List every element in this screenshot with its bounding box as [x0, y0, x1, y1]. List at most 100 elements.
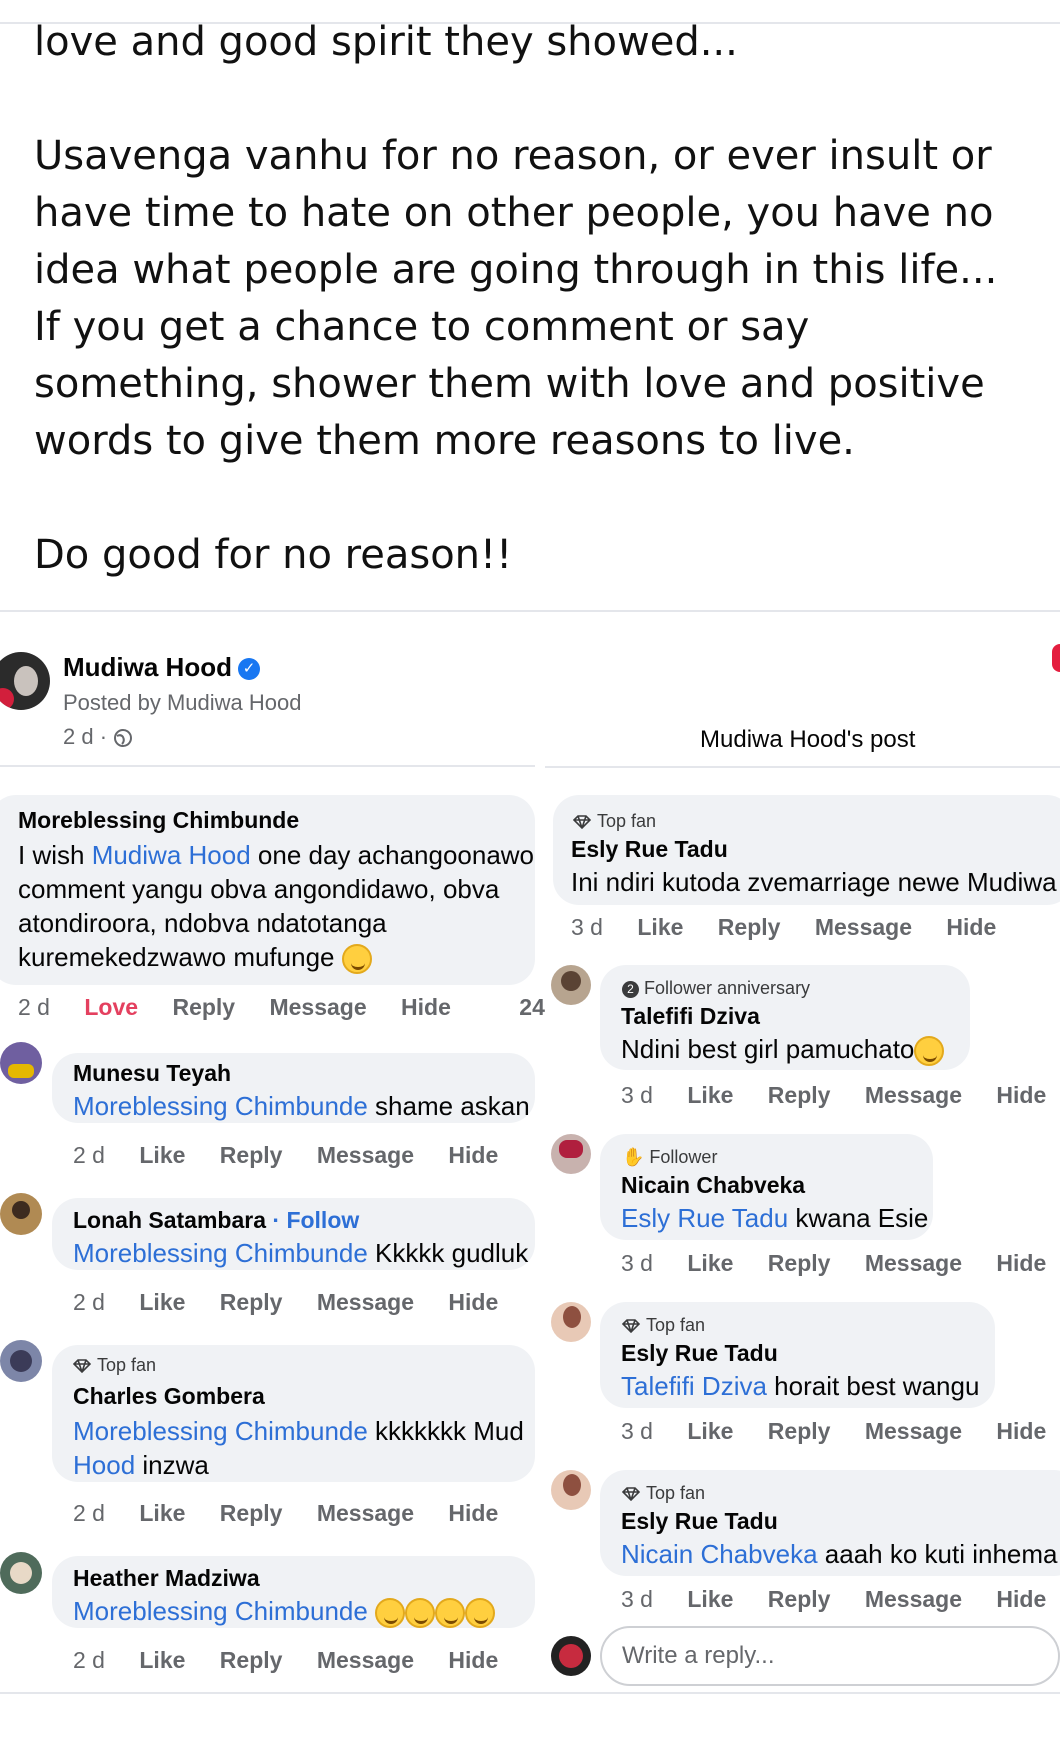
diamond-icon — [73, 1359, 91, 1374]
avatar[interactable] — [0, 1193, 42, 1235]
reply-button[interactable]: Reply — [220, 1500, 283, 1526]
hide-button[interactable]: Hide — [996, 1586, 1046, 1612]
reply-text: Moreblessing Chimbunde kkkkkkk Mud Hood … — [73, 1416, 524, 1480]
like-button[interactable]: Like — [139, 1289, 185, 1315]
reply-author[interactable]: Lonah Satambara · Follow — [73, 1207, 359, 1234]
reply-time: 2 d — [73, 1289, 105, 1315]
avatar[interactable] — [0, 1042, 42, 1084]
like-button[interactable]: Like — [637, 914, 683, 940]
avatar[interactable] — [0, 1340, 42, 1382]
reply-button[interactable]: Reply — [768, 1418, 831, 1444]
comment-line: I wish Mudiwa Hood one day achangoonawo — [18, 840, 535, 870]
reply-button[interactable]: Reply — [172, 994, 235, 1020]
hide-button[interactable]: Hide — [401, 994, 451, 1020]
laughing-emoji-icon — [465, 1598, 496, 1629]
hide-button[interactable]: Hide — [996, 1082, 1046, 1108]
message-button[interactable]: Message — [865, 1082, 962, 1108]
avatar[interactable] — [0, 652, 50, 710]
message-button[interactable]: Message — [317, 1647, 414, 1673]
reply-author[interactable]: Charles Gombera — [73, 1383, 265, 1410]
like-button[interactable]: Like — [687, 1250, 733, 1276]
post-paragraph: Usavenga vanhu for no reason, or ever in… — [34, 133, 998, 464]
notification-dot — [1052, 644, 1060, 672]
like-button[interactable]: Like — [139, 1500, 185, 1526]
comment-author[interactable]: Esly Rue Tadu — [571, 836, 728, 863]
page-name[interactable]: Mudiwa Hood ✓ — [63, 652, 260, 683]
hide-button[interactable]: Hide — [996, 1418, 1046, 1444]
reply-author[interactable]: Munesu Teyah — [73, 1060, 231, 1087]
like-button[interactable]: Like — [687, 1586, 733, 1612]
comment-line: comment yangu obva angondidawo, obva — [18, 874, 500, 904]
reply-author[interactable]: Esly Rue Tadu — [621, 1508, 778, 1535]
reply-time: 2 d — [73, 1500, 105, 1526]
comment-line: atondiroora, ndobva ndatotanga — [18, 908, 387, 938]
diamond-icon — [573, 815, 591, 830]
hide-button[interactable]: Hide — [448, 1500, 498, 1526]
message-button[interactable]: Message — [865, 1250, 962, 1276]
like-button[interactable]: Like — [687, 1082, 733, 1108]
reply-button[interactable]: Reply — [768, 1586, 831, 1612]
message-button[interactable]: Message — [317, 1500, 414, 1526]
reply-text: Moreblessing Chimbunde Kkkkk gudluk — [73, 1238, 529, 1268]
mention-link[interactable]: Mudiwa Hood — [92, 840, 251, 870]
reply-actions: 3 d Like Reply Message Hide — [621, 1586, 1060, 1613]
avatar[interactable] — [551, 1302, 591, 1342]
mention-link[interactable]: Talefifi Dziva — [621, 1371, 767, 1401]
like-button[interactable]: Like — [687, 1418, 733, 1444]
reply-author[interactable]: Esly Rue Tadu — [621, 1340, 778, 1367]
write-reply-input[interactable]: Write a reply... — [600, 1626, 1060, 1686]
comment-text: I wish Mudiwa Hood one day achangoonawo … — [18, 838, 535, 975]
message-button[interactable]: Message — [317, 1289, 414, 1315]
avatar[interactable] — [551, 1134, 591, 1174]
mention-link[interactable]: Moreblessing Chimbunde — [73, 1416, 368, 1446]
laughing-emoji-icon — [375, 1598, 406, 1629]
mention-link[interactable]: Moreblessing Chimbunde — [73, 1238, 368, 1268]
comment-time: 3 d — [571, 914, 603, 940]
reply-actions: 3 d Like Reply Message Hide — [621, 1418, 1060, 1445]
reply-button[interactable]: Reply — [768, 1250, 831, 1276]
reply-button[interactable]: Reply — [768, 1082, 831, 1108]
reply-author[interactable]: Talefifi Dziva — [621, 1003, 760, 1030]
mention-link[interactable]: Nicain Chabveka — [621, 1539, 818, 1569]
love-reaction-button[interactable]: Love — [84, 994, 138, 1020]
avatar[interactable] — [551, 965, 591, 1005]
comment-author[interactable]: Moreblessing Chimbunde — [18, 807, 299, 834]
hide-button[interactable]: Hide — [448, 1142, 498, 1168]
mention-link[interactable]: Moreblessing Chimbunde — [73, 1091, 368, 1121]
hide-button[interactable]: Hide — [946, 914, 996, 940]
message-button[interactable]: Message — [317, 1142, 414, 1168]
hide-button[interactable]: Hide — [996, 1250, 1046, 1276]
message-button[interactable]: Message — [269, 994, 366, 1020]
top-fan-badge: Top fan — [73, 1355, 156, 1376]
avatar[interactable] — [0, 1552, 42, 1594]
like-button[interactable]: Like — [139, 1142, 185, 1168]
hide-button[interactable]: Hide — [448, 1647, 498, 1673]
message-button[interactable]: Message — [815, 914, 912, 940]
avatar[interactable] — [551, 1470, 591, 1510]
reply-author[interactable]: Nicain Chabveka — [621, 1172, 805, 1199]
reply-button[interactable]: Reply — [220, 1647, 283, 1673]
title-divider — [545, 766, 1060, 768]
reply-time: 3 d — [621, 1082, 653, 1108]
follow-link[interactable]: · Follow — [266, 1207, 359, 1233]
hide-button[interactable]: Hide — [448, 1289, 498, 1315]
post-paragraph: Do good for no reason!! — [34, 532, 513, 578]
reply-button[interactable]: Reply — [220, 1289, 283, 1315]
crying-emoji-icon — [341, 944, 372, 975]
mention-link[interactable]: Esly Rue Tadu — [621, 1203, 788, 1233]
header-divider — [0, 765, 535, 767]
message-button[interactable]: Message — [865, 1418, 962, 1444]
reply-button[interactable]: Reply — [718, 914, 781, 940]
hand-wave-icon: ✋ — [622, 1147, 645, 1167]
post-time: 2 d · — [63, 724, 133, 750]
reply-text: Moreblessing Chimbunde — [73, 1594, 535, 1629]
reply-author[interactable]: Heather Madziwa — [73, 1565, 260, 1592]
reply-button[interactable]: Reply — [220, 1142, 283, 1168]
reply-text: Moreblessing Chimbunde shame askan — [73, 1091, 530, 1121]
comment-text: Ini ndiri kutoda zvemarriage newe Mudiwa — [571, 867, 1057, 897]
like-button[interactable]: Like — [139, 1647, 185, 1673]
mention-link[interactable]: Moreblessing Chimbunde — [73, 1596, 368, 1626]
reply-time: 2 d — [73, 1647, 105, 1673]
mention-link[interactable]: Hood — [73, 1450, 135, 1480]
message-button[interactable]: Message — [865, 1586, 962, 1612]
